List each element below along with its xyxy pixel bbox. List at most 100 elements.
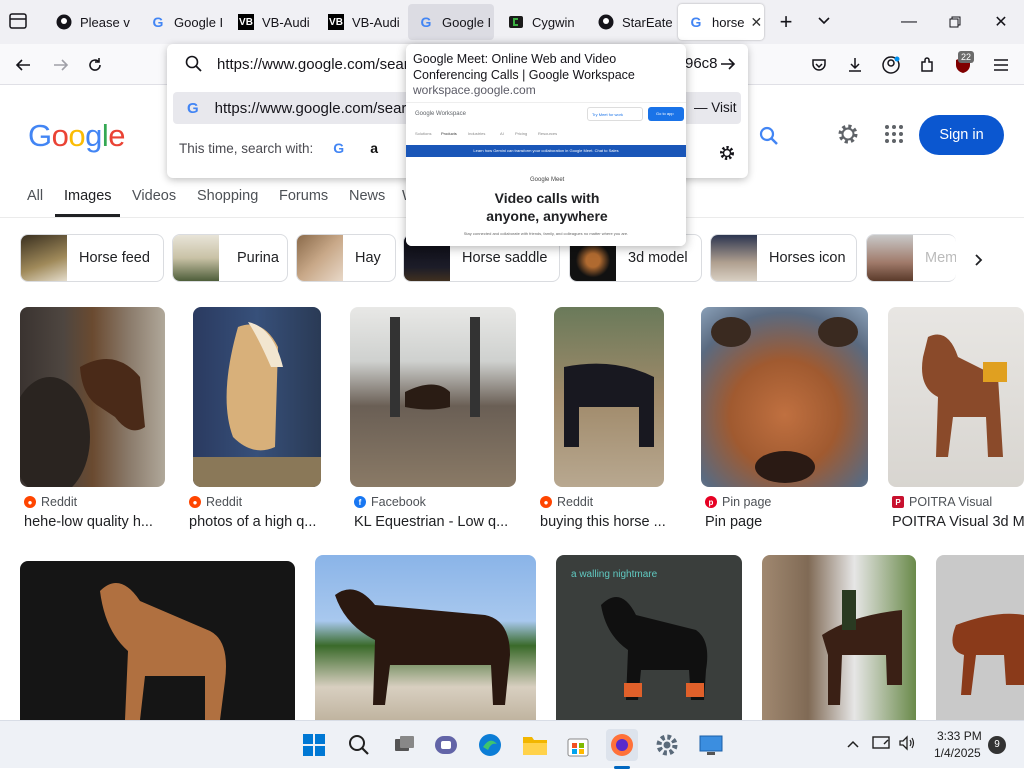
image-title[interactable]: hehe-low quality h... <box>24 514 169 530</box>
volume-icon[interactable] <box>898 735 916 756</box>
image-title[interactable]: photos of a high q... <box>189 514 329 530</box>
image-result[interactable] <box>936 555 1024 720</box>
settings-icon[interactable] <box>651 729 683 761</box>
extensions-icon[interactable] <box>912 50 942 80</box>
clock-date[interactable]: 1/4/2025 <box>934 746 981 760</box>
clock-time[interactable]: 3:33 PM <box>937 729 982 743</box>
image-source[interactable]: f Facebook <box>354 495 426 509</box>
image-source[interactable]: P POITRA Visual <box>892 495 992 509</box>
google-engine-icon[interactable]: G <box>333 140 344 156</box>
close-tab-icon[interactable]: ✕ <box>751 14 763 31</box>
tab-title: Please v <box>80 14 130 30</box>
tab-horse-active[interactable]: G horse ✕ <box>678 4 764 40</box>
maximize-button[interactable] <box>932 0 978 44</box>
firefox-icon[interactable] <box>606 729 638 761</box>
image-result[interactable] <box>20 561 295 720</box>
image-result[interactable] <box>762 555 916 720</box>
apps-icon[interactable] <box>884 124 906 146</box>
remote-desktop-icon[interactable] <box>695 729 727 761</box>
image-result[interactable] <box>888 307 1024 487</box>
chip-thumbnail <box>711 235 757 281</box>
chip-thumbnail <box>173 235 219 281</box>
image-title[interactable]: Pin page <box>705 514 865 530</box>
pocket-icon[interactable] <box>804 50 834 80</box>
chevron-down-icon[interactable] <box>814 10 838 34</box>
image-source[interactable]: ● Reddit <box>540 495 593 509</box>
image-source[interactable]: p Pin page <box>705 495 771 509</box>
source-name: Reddit <box>41 495 78 509</box>
chip-purina[interactable]: Purina <box>172 234 288 282</box>
menu-icon[interactable] <box>986 50 1016 80</box>
preview-subtext: Stay connected and collaborate with frie… <box>463 231 629 236</box>
search-icon[interactable] <box>343 729 375 761</box>
google-icon: G <box>420 14 432 30</box>
visit-label: — Visit <box>694 100 737 115</box>
tab-github-stareater[interactable]: StarEate <box>588 4 676 40</box>
chips-next-icon[interactable] <box>964 246 992 274</box>
tab-title: Cygwin <box>532 14 575 30</box>
downloads-icon[interactable] <box>840 50 870 80</box>
chip-label: Horse saddle <box>462 250 548 266</box>
tab-github-please[interactable]: Please v <box>46 4 136 40</box>
start-icon[interactable] <box>298 729 330 761</box>
tab-vb-audio-2[interactable]: VB VB-Audi <box>318 4 406 40</box>
new-tab-button[interactable]: + <box>774 8 798 36</box>
google-logo[interactable]: Google <box>28 118 126 154</box>
image-title[interactable]: KL Equestrian - Low q... <box>354 514 520 530</box>
image-title[interactable]: POITRA Visual 3d M <box>892 514 1024 530</box>
minimize-button[interactable]: — <box>886 0 932 44</box>
image-title[interactable]: buying this horse ... <box>540 514 680 530</box>
teams-icon[interactable] <box>430 729 462 761</box>
preview-title: Google Meet: Online Web and Video Confer… <box>413 52 635 82</box>
tab-shopping[interactable]: Shopping <box>197 188 258 204</box>
search-settings-icon[interactable] <box>718 144 736 167</box>
notification-badge: 22 <box>958 51 975 63</box>
image-result[interactable] <box>701 307 868 487</box>
tab-videos[interactable]: Videos <box>132 188 176 204</box>
preview-cta: Go to app <box>648 107 684 121</box>
tab-google-images-2[interactable]: G Google I <box>408 4 494 40</box>
store-icon[interactable] <box>562 729 594 761</box>
tab-title: VB-Audi <box>262 14 310 30</box>
account-icon[interactable] <box>876 50 906 80</box>
go-arrow-icon[interactable] <box>719 55 737 77</box>
image-result[interactable]: a walling nightmare <box>556 555 742 720</box>
image-source[interactable]: ● Reddit <box>24 495 77 509</box>
tab-all[interactable]: All <box>27 188 43 204</box>
notification-count-badge[interactable]: 9 <box>988 736 1006 754</box>
tab-cygwin[interactable]: Cygwin <box>498 4 586 40</box>
close-window-button[interactable]: ✕ <box>978 0 1024 44</box>
image-source[interactable]: ● Reddit <box>189 495 242 509</box>
chip-horses-icon[interactable]: Horses icon <box>710 234 857 282</box>
amazon-engine-icon[interactable]: a <box>370 140 378 156</box>
tab-vb-audio-1[interactable]: VB VB-Audi <box>228 4 316 40</box>
file-explorer-icon[interactable] <box>519 729 551 761</box>
sign-in-button[interactable]: Sign in <box>919 115 1004 155</box>
image-result[interactable] <box>315 555 536 720</box>
image-result[interactable] <box>193 307 321 487</box>
chip-horse-feed[interactable]: Horse feed <box>20 234 164 282</box>
tab-news[interactable]: News <box>349 188 385 204</box>
chip-label: Horses icon <box>769 250 846 266</box>
chip-label: Mem <box>925 250 956 266</box>
image-result[interactable] <box>20 307 165 487</box>
image-result[interactable] <box>554 307 664 487</box>
chip-meme[interactable]: Mem <box>866 234 956 282</box>
reddit-icon: ● <box>189 496 201 508</box>
settings-icon[interactable] <box>836 122 862 148</box>
forward-button[interactable] <box>46 50 76 80</box>
tab-images[interactable]: Images <box>64 188 112 204</box>
reload-button[interactable] <box>80 50 110 80</box>
preview-thumbnail: Google Workspace Try Meet for work Go to… <box>406 102 686 246</box>
edge-icon[interactable] <box>474 729 506 761</box>
back-button[interactable] <box>8 50 38 80</box>
network-icon[interactable] <box>872 735 890 756</box>
tab-list-icon[interactable] <box>8 12 30 32</box>
chevron-up-icon[interactable] <box>846 737 860 756</box>
image-result[interactable] <box>350 307 516 487</box>
chip-hay[interactable]: Hay <box>296 234 396 282</box>
task-view-icon[interactable] <box>388 729 420 761</box>
search-icon[interactable] <box>744 116 794 156</box>
tab-google-images-1[interactable]: G Google I <box>140 4 226 40</box>
tab-forums[interactable]: Forums <box>279 188 328 204</box>
